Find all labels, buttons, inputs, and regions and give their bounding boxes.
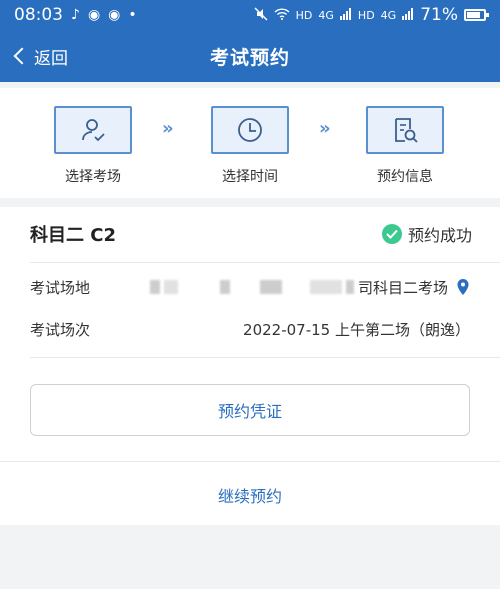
divider [30,262,500,263]
status-time: 08:03 [14,5,63,25]
venue-label: 考试场地 [30,278,91,297]
chevron-left-icon [13,47,31,65]
status-badge: 预约成功 [381,222,472,246]
redacted-text [310,280,342,294]
back-button[interactable]: 返回 [12,30,68,82]
redacted-text [260,280,282,294]
session-row: 考试场次 2022-07-15 上午第二场（朗逸） [30,315,470,343]
step-label-time: 选择时间 [222,169,278,185]
steps-progress: 选择考场 » 选择时间 » 预约信息 [0,88,500,198]
network-label-2: 4G [380,8,397,22]
check-circle-icon [381,224,402,244]
signal-icon-2 [402,7,414,23]
venue-value: 司科目二考场 [150,277,470,298]
step-select-time: 选择时间 [208,106,292,186]
status-right: HD 4G HD 4G 71% [254,5,489,25]
weibo-icon: ◉ [108,7,121,23]
continue-booking-button[interactable]: 继续预约 [0,477,500,513]
hd-label-2: HD [357,8,375,22]
back-label: 返回 [34,48,68,69]
booking-card: 科目二 C2 预约成功 考试场地 司科目二考场 考试场次 2022-07-15 … [0,207,500,525]
battery-text: 71% [420,5,458,25]
battery-icon [464,9,489,21]
redacted-text [346,280,354,294]
venue-name-suffix: 司科目二考场 [358,278,449,297]
step-select-venue: 选择考场 [51,106,135,186]
step-arrow-2: » [319,118,331,139]
session-label: 考试场次 [30,320,91,339]
divider [0,461,500,462]
user-check-icon [82,119,105,142]
document-search-icon [395,118,418,143]
status-left: 08:03 ♪ ◉ ◉ • [14,5,137,25]
subject-title: 科目二 C2 [30,225,117,246]
hd-label: HD [295,8,313,22]
mute-icon [254,6,268,24]
status-text: 预约成功 [407,226,472,245]
step-booking-info: 预约信息 [363,106,447,186]
divider [30,357,500,358]
voucher-button[interactable]: 预约凭证 [30,384,470,436]
venue-row: 考试场地 司科目二考场 [30,273,470,301]
location-pin-icon[interactable] [456,278,470,296]
redacted-text [150,280,160,294]
dot-icon: • [128,7,137,23]
nav-bar: 返回 考试预约 [0,30,500,82]
redacted-text [220,280,230,294]
step-arrow-1: » [162,118,174,139]
redacted-text [164,280,178,294]
card-header: 科目二 C2 预约成功 [30,219,472,249]
network-label: 4G [318,8,334,22]
status-bar: 08:03 ♪ ◉ ◉ • HD 4G HD 4G 71% [0,0,500,30]
wifi-icon [274,7,290,23]
weibo-icon: ◉ [87,7,101,23]
signal-icon [339,7,352,23]
page-title: 考试预约 [209,46,290,69]
tiktok-icon: ♪ [71,7,80,23]
clock-icon [238,118,262,142]
session-value: 2022-07-15 上午第二场（朗逸） [243,320,470,339]
step-label-info: 预约信息 [377,169,433,185]
step-label-venue: 选择考场 [65,169,121,185]
